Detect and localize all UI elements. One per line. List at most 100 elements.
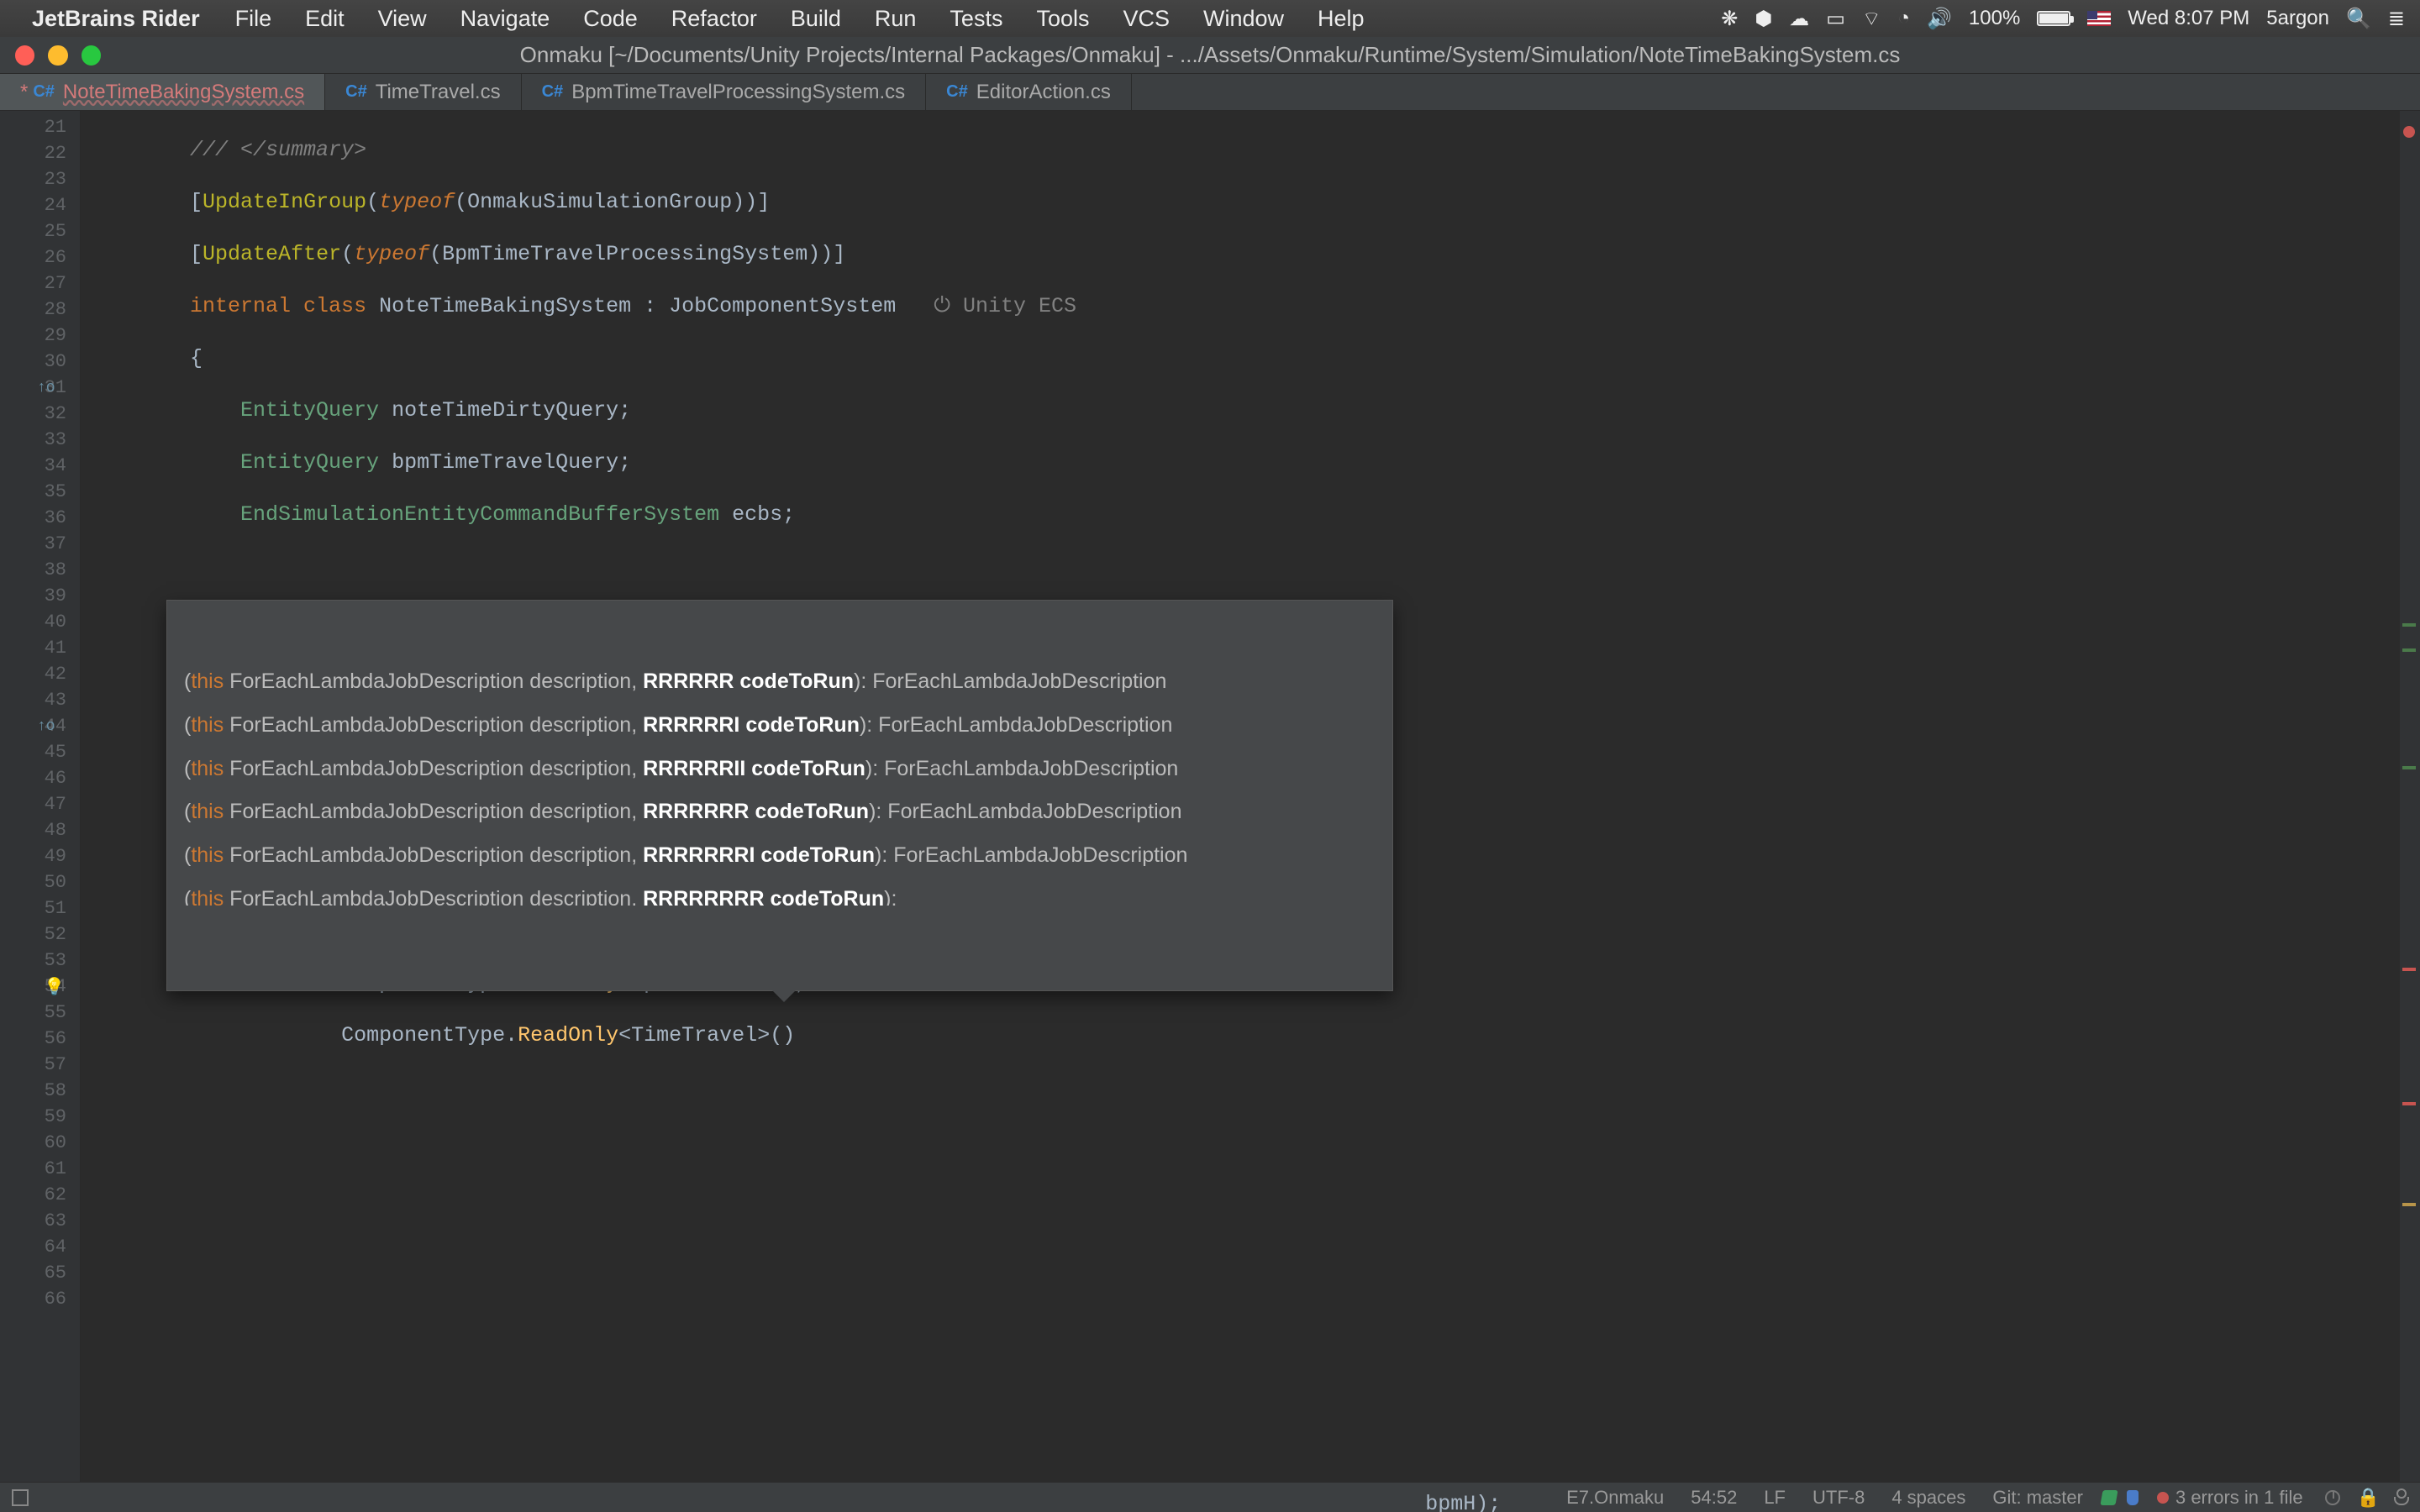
gutter-line[interactable]: 55 bbox=[0, 1000, 80, 1026]
gutter-line[interactable]: 22 bbox=[0, 140, 80, 166]
gutter-line[interactable]: 30 bbox=[0, 349, 80, 375]
inspection-profile-icon[interactable] bbox=[2395, 1490, 2408, 1505]
gutter-line[interactable]: 26 bbox=[0, 244, 80, 270]
gutter-line[interactable]: 57 bbox=[0, 1052, 80, 1078]
error-stripe[interactable] bbox=[2400, 111, 2420, 1482]
gutter-line[interactable]: 60 bbox=[0, 1130, 80, 1156]
gutter-line[interactable]: 42 bbox=[0, 661, 80, 687]
toggl-icon[interactable]: ◔ bbox=[1898, 7, 1911, 30]
gutter-line[interactable]: 50 bbox=[0, 869, 80, 895]
gutter-line[interactable]: 56 bbox=[0, 1026, 80, 1052]
menu-window[interactable]: Window bbox=[1186, 6, 1301, 32]
control-center-icon[interactable]: ≣ bbox=[2388, 7, 2405, 31]
gutter-line[interactable]: 52 bbox=[0, 921, 80, 948]
override-gutter-icon[interactable]: ↑o bbox=[37, 380, 55, 396]
battery-percent[interactable]: 100% bbox=[1969, 7, 2020, 30]
gutter-line[interactable]: 43 bbox=[0, 687, 80, 713]
gutter-line[interactable]: 61 bbox=[0, 1156, 80, 1182]
clock[interactable]: Wed 8:07 PM bbox=[2128, 7, 2249, 30]
gutter-line[interactable]: 38 bbox=[0, 557, 80, 583]
gutter-line[interactable]: 29 bbox=[0, 323, 80, 349]
tab-bpmtimetravelprocessingsystem[interactable]: C# BpmTimeTravelProcessingSystem.cs bbox=[522, 74, 927, 110]
menu-refactor[interactable]: Refactor bbox=[655, 6, 774, 32]
gutter-line[interactable]: 62 bbox=[0, 1182, 80, 1208]
menu-navigate[interactable]: Navigate bbox=[444, 6, 567, 32]
bulb-icon[interactable]: 💡 bbox=[44, 976, 65, 998]
gutter[interactable]: 2122232425262728293031↑o3233343536373839… bbox=[0, 111, 81, 1482]
menu-build[interactable]: Build bbox=[774, 6, 858, 32]
gutter-line[interactable]: 41 bbox=[0, 635, 80, 661]
code-editor[interactable]: /// </summary> [UpdateInGroup(typeof(Onm… bbox=[81, 111, 2400, 1482]
gutter-line[interactable]: 33 bbox=[0, 427, 80, 453]
display-icon[interactable]: ▭ bbox=[1826, 7, 1845, 31]
gutter-line[interactable]: 35 bbox=[0, 479, 80, 505]
parameter-info-item[interactable]: (this ForEachLambdaJobDescription descri… bbox=[184, 664, 1376, 708]
input-source-flag-icon[interactable] bbox=[2087, 11, 2111, 26]
stripe-mark[interactable] bbox=[2402, 766, 2416, 769]
tab-timetravel[interactable]: C# TimeTravel.cs bbox=[325, 74, 521, 110]
dropbox-icon[interactable]: ⬢ bbox=[1754, 7, 1772, 31]
gutter-line[interactable]: 28 bbox=[0, 297, 80, 323]
gutter-line[interactable]: 36 bbox=[0, 505, 80, 531]
stripe-mark[interactable] bbox=[2402, 648, 2416, 652]
gutter-line[interactable]: 58 bbox=[0, 1078, 80, 1104]
status-progress-icon[interactable] bbox=[2325, 1490, 2340, 1505]
menu-edit[interactable]: Edit bbox=[288, 6, 361, 32]
parameter-info-item[interactable]: (this ForEachLambdaJobDescription descri… bbox=[184, 882, 1376, 906]
menu-tests[interactable]: Tests bbox=[933, 6, 1019, 32]
gutter-line[interactable]: 32 bbox=[0, 401, 80, 427]
tab-notetimebakingsystem[interactable]: * C# NoteTimeBakingSystem.cs bbox=[0, 74, 325, 110]
gutter-line[interactable]: 48 bbox=[0, 817, 80, 843]
app-name[interactable]: JetBrains Rider bbox=[27, 6, 218, 32]
gutter-line[interactable]: 49 bbox=[0, 843, 80, 869]
wifi-icon[interactable]: ⌔ bbox=[1862, 6, 1881, 31]
status-tool-icon-1[interactable] bbox=[2100, 1490, 2118, 1505]
tool-window-toggle-icon[interactable] bbox=[12, 1489, 29, 1506]
volume-icon[interactable]: 🔊 bbox=[1927, 7, 1952, 31]
gutter-line[interactable]: 40 bbox=[0, 609, 80, 635]
gutter-line[interactable]: 53 bbox=[0, 948, 80, 974]
gutter-line[interactable]: 54💡 bbox=[0, 974, 80, 1000]
gutter-line[interactable]: 24 bbox=[0, 192, 80, 218]
gutter-line[interactable]: 39 bbox=[0, 583, 80, 609]
gutter-line[interactable]: 59 bbox=[0, 1104, 80, 1130]
gutter-line[interactable]: 23 bbox=[0, 166, 80, 192]
gutter-line[interactable]: 66 bbox=[0, 1286, 80, 1312]
gutter-line[interactable]: 64 bbox=[0, 1234, 80, 1260]
analysis-status-icon[interactable] bbox=[2403, 126, 2415, 138]
gutter-line[interactable]: 27 bbox=[0, 270, 80, 297]
menu-run[interactable]: Run bbox=[858, 6, 934, 32]
menu-help[interactable]: Help bbox=[1301, 6, 1381, 32]
menu-vcs[interactable]: VCS bbox=[1106, 6, 1186, 32]
parameter-info-item[interactable]: (this ForEachLambdaJobDescription descri… bbox=[184, 708, 1376, 752]
override-gutter-icon[interactable]: ↑o bbox=[37, 718, 55, 735]
close-button[interactable] bbox=[15, 45, 34, 66]
parameter-info-item[interactable]: (this ForEachLambdaJobDescription descri… bbox=[184, 795, 1376, 838]
gutter-line[interactable]: 51 bbox=[0, 895, 80, 921]
minimize-button[interactable] bbox=[48, 45, 67, 66]
gutter-line[interactable]: 34 bbox=[0, 453, 80, 479]
zoom-button[interactable] bbox=[82, 45, 101, 66]
menu-view[interactable]: View bbox=[361, 6, 444, 32]
tab-editoraction[interactable]: C# EditorAction.cs bbox=[926, 74, 1132, 110]
gutter-line[interactable]: 65 bbox=[0, 1260, 80, 1286]
gutter-line[interactable]: 47 bbox=[0, 791, 80, 817]
battery-icon[interactable] bbox=[2037, 11, 2070, 26]
gutter-line[interactable]: 25 bbox=[0, 218, 80, 244]
gutter-line[interactable]: 37 bbox=[0, 531, 80, 557]
stripe-mark[interactable] bbox=[2402, 968, 2416, 971]
parameter-info-item[interactable]: (this ForEachLambdaJobDescription descri… bbox=[184, 752, 1376, 795]
gutter-line[interactable]: 63 bbox=[0, 1208, 80, 1234]
parameter-info-item[interactable]: (this ForEachLambdaJobDescription descri… bbox=[184, 838, 1376, 882]
spotlight-icon[interactable]: 🔍 bbox=[2346, 7, 2371, 31]
fan-icon[interactable]: ❋ bbox=[1721, 7, 1738, 31]
parameter-info-popup[interactable]: (this ForEachLambdaJobDescription descri… bbox=[166, 600, 1393, 991]
gutter-line[interactable]: 44↑o bbox=[0, 713, 80, 739]
stripe-mark[interactable] bbox=[2402, 623, 2416, 627]
user-name[interactable]: 5argon bbox=[2266, 7, 2329, 30]
gutter-line[interactable]: 21 bbox=[0, 114, 80, 140]
gutter-line[interactable]: 45 bbox=[0, 739, 80, 765]
menu-code[interactable]: Code bbox=[566, 6, 655, 32]
gutter-line[interactable]: 31↑o bbox=[0, 375, 80, 401]
stripe-mark[interactable] bbox=[2402, 1102, 2416, 1105]
